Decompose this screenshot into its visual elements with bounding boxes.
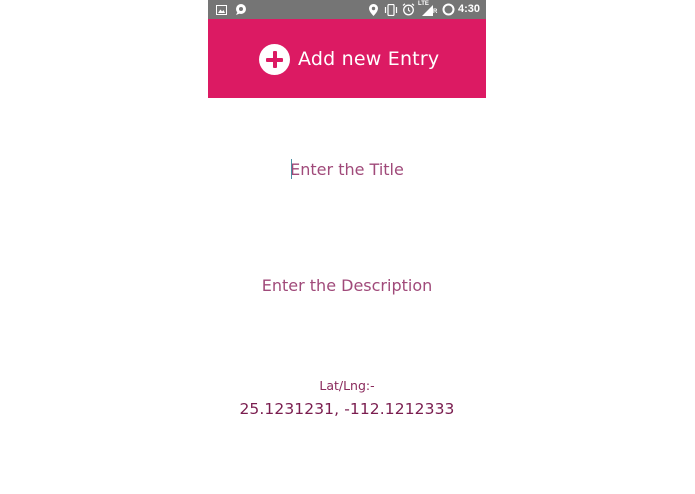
roaming-label: R (433, 9, 438, 15)
chat-bubble-icon (234, 3, 247, 16)
image-icon (216, 3, 227, 16)
battery-saver-icon (442, 3, 455, 16)
latlng-label: Lat/Lng:- (319, 378, 375, 393)
add-circle-icon (259, 43, 290, 75)
add-new-entry-label: Add new Entry (298, 48, 440, 70)
app-header: Add new Entry (208, 19, 486, 98)
screen: LTE R 4:30 Add new Entry Lat/Lng:- 25.12… (0, 0, 695, 494)
status-time: 4:30 (457, 3, 480, 15)
text-cursor (291, 159, 292, 179)
lte-signal-icon: LTE R (418, 1, 440, 16)
alarm-icon (402, 3, 415, 16)
location-icon (369, 3, 378, 16)
add-new-entry-button[interactable]: Add new Entry (259, 43, 439, 75)
network-label: LTE (418, 1, 429, 7)
status-bar: LTE R 4:30 (208, 0, 486, 19)
app-screen: LTE R 4:30 Add new Entry Lat/Lng:- 25.12… (208, 0, 486, 494)
description-input[interactable] (228, 274, 466, 296)
title-input[interactable] (228, 158, 466, 180)
vibrate-icon (384, 3, 398, 16)
latlng-value: 25.1231231, -112.1212333 (239, 400, 455, 418)
